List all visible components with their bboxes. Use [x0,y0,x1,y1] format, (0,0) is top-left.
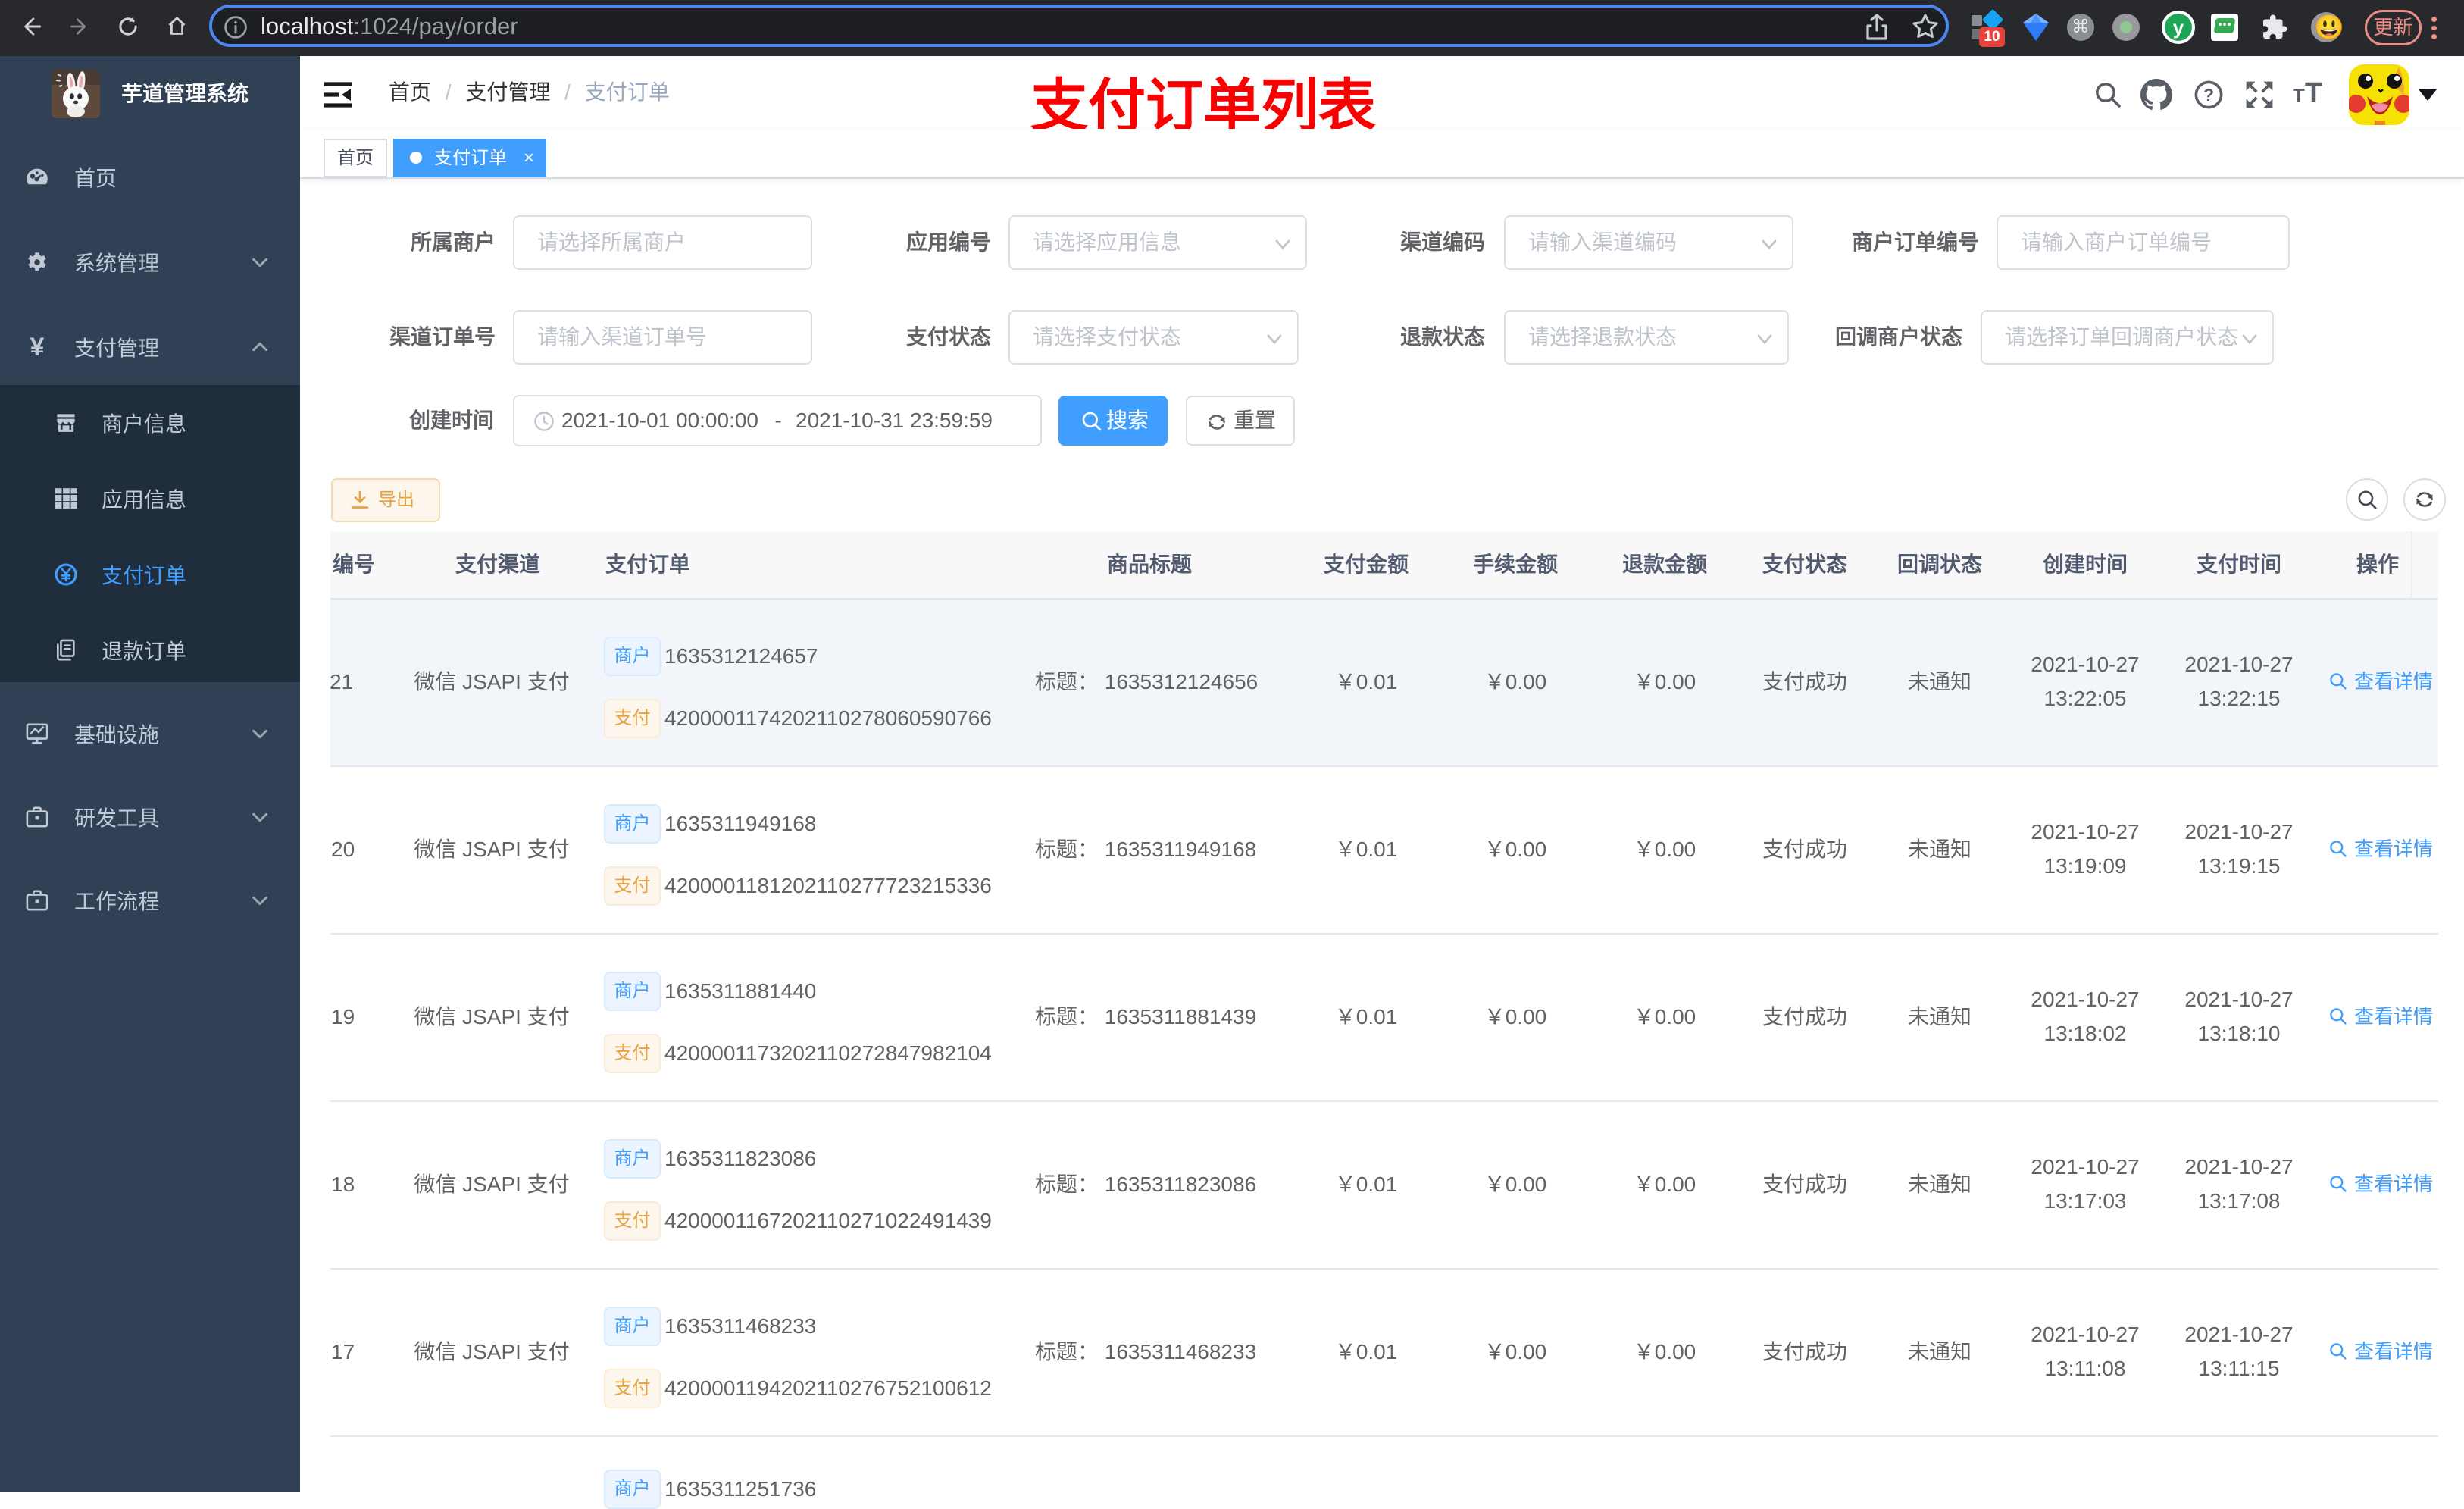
svg-text:?: ? [2203,85,2214,105]
